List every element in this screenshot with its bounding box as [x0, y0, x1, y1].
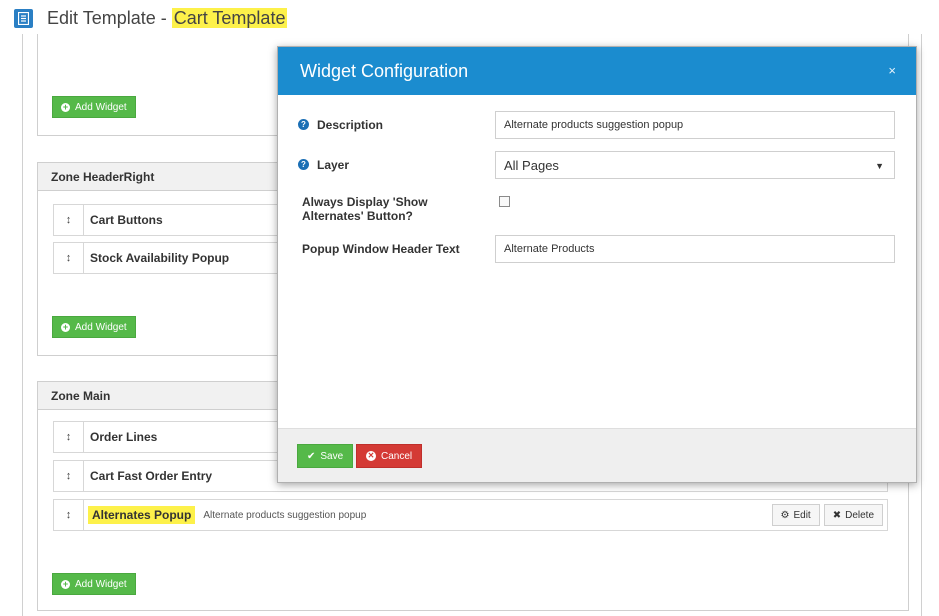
- popup-header-input[interactable]: Alternate Products: [495, 235, 895, 263]
- description-input[interactable]: Alternate products suggestion popup: [495, 111, 895, 139]
- edit-button[interactable]: ⚙ Edit: [771, 504, 820, 526]
- sort-handle-icon[interactable]: ↕: [54, 205, 84, 235]
- save-button[interactable]: ✔ Save: [297, 444, 354, 468]
- add-widget-label: Add Widget: [75, 101, 127, 113]
- sort-handle-icon[interactable]: ↕: [54, 422, 84, 452]
- close-icon: ✕: [366, 451, 376, 461]
- modal-title: Widget Configuration: [300, 60, 469, 81]
- plus-icon: +: [61, 578, 70, 589]
- sort-handle-icon[interactable]: ↕: [54, 500, 84, 530]
- sort-handle-icon[interactable]: ↕: [54, 461, 84, 491]
- save-label: Save: [320, 450, 344, 462]
- help-icon[interactable]: ?: [298, 159, 309, 170]
- close-icon[interactable]: ×: [888, 63, 896, 78]
- delete-icon: ✖: [832, 509, 842, 521]
- page-header: Edit Template - Cart Template: [14, 6, 288, 30]
- widget-row[interactable]: ↕ Alternates Popup Alternate products su…: [53, 499, 888, 531]
- plus-icon: +: [61, 101, 70, 112]
- layer-select-value: All Pages: [504, 157, 559, 173]
- plus-icon: +: [61, 321, 70, 332]
- cancel-label: Cancel: [381, 450, 413, 462]
- always-display-checkbox[interactable]: [499, 196, 510, 207]
- page-title-prefix: Edit Template -: [47, 7, 172, 28]
- caret-down-icon: ▼: [875, 161, 884, 171]
- widget-name: Alternates Popup: [88, 506, 196, 524]
- add-widget-button[interactable]: + Add Widget: [52, 573, 136, 595]
- gear-icon: ⚙: [780, 509, 790, 521]
- row-actions: ⚙ Edit ✖ Delete: [771, 504, 888, 526]
- description-label: ? Description: [298, 118, 383, 132]
- edit-label: Edit: [793, 509, 811, 521]
- sort-handle-icon[interactable]: ↕: [54, 243, 84, 273]
- delete-button[interactable]: ✖ Delete: [823, 504, 883, 526]
- check-icon: ✔: [307, 450, 316, 462]
- always-display-label: Always Display 'Show Alternates' Button?: [302, 195, 428, 223]
- layer-label: ? Layer: [298, 158, 349, 172]
- add-widget-button[interactable]: + Add Widget: [52, 316, 136, 338]
- add-widget-button[interactable]: + Add Widget: [52, 96, 136, 118]
- widget-description: Alternate products suggestion popup: [203, 509, 367, 521]
- widget-name: Cart Buttons: [90, 213, 163, 227]
- widget-name: Cart Fast Order Entry: [90, 469, 213, 483]
- add-widget-label: Add Widget: [75, 578, 127, 590]
- modal-footer: ✔ Save ✕ Cancel: [278, 428, 916, 482]
- modal-header: Widget Configuration ×: [278, 47, 916, 95]
- widget-name: Order Lines: [90, 430, 158, 444]
- add-widget-label: Add Widget: [75, 321, 127, 333]
- page-title: Edit Template - Cart Template: [47, 7, 288, 29]
- widget-name: Stock Availability Popup: [90, 251, 230, 265]
- delete-label: Delete: [845, 509, 874, 521]
- document-icon: [14, 8, 33, 28]
- popup-header-label: Popup Window Header Text: [302, 242, 460, 256]
- widget-configuration-modal: Widget Configuration × ? Description Alt…: [277, 46, 917, 483]
- cancel-button[interactable]: ✕ Cancel: [356, 444, 423, 468]
- layer-select[interactable]: All Pages ▼: [495, 151, 895, 179]
- help-icon[interactable]: ?: [298, 119, 309, 130]
- page-title-template-name: Cart Template: [171, 7, 288, 28]
